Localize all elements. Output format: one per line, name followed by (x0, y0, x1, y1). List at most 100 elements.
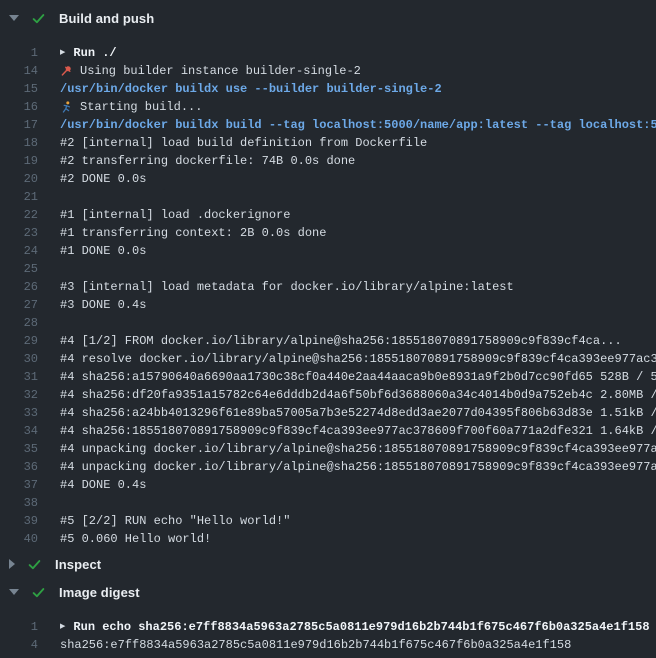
line-number[interactable]: 15 (0, 80, 38, 98)
log-line: 20 #2 DONE 0.0s (0, 170, 656, 188)
log-line: 33 #4 sha256:a24bb4013296f61e89ba57005a7b… (0, 404, 656, 422)
log-text: Starting build... (60, 98, 202, 116)
step-title: Image digest (59, 585, 140, 600)
log-text: #4 unpacking docker.io/library/alpine@sh… (60, 440, 656, 458)
log-line: 1 ▶Run echo sha256:e7ff8834a5963a2785c5a0… (0, 618, 656, 636)
log-line: 32#4 sha256:df20fa9351a15782c64e6dddb2d4… (0, 386, 656, 404)
log-text: sha256:e7ff8834a5963a2785c5a0811e979d16b… (60, 636, 571, 654)
step-inspect: Inspect (0, 552, 656, 576)
line-number[interactable]: 24 (0, 242, 38, 260)
log-line: 31 #4 sha256:a15790640a6690aa1730c38cf0a4… (0, 368, 656, 386)
step-header-image-digest[interactable]: Image digest (0, 580, 656, 604)
line-number[interactable]: 20 (0, 170, 38, 188)
line-number[interactable]: 18 (0, 134, 38, 152)
step-header-inspect[interactable]: Inspect (0, 552, 656, 576)
runner-icon (60, 101, 73, 113)
log-line: 27 #3 DONE 0.4s (0, 296, 656, 314)
log-text: #2 [internal] load build definition from… (60, 134, 427, 152)
log-line: 40 #5 0.060 Hello world! (0, 530, 656, 548)
log-line: 36 #4 unpacking docker.io/library/alpine@… (0, 458, 656, 476)
log-line: 14 Using builder instance builder-single-… (0, 62, 656, 80)
line-number[interactable]: 35 (0, 440, 38, 458)
log-line: 17/usr/bin/docker buildx build --tag loc… (0, 116, 656, 134)
check-icon (31, 11, 46, 26)
chevron-down-icon (9, 589, 19, 595)
log-text: #3 DONE 0.4s (60, 296, 146, 314)
log-line: 35 #4 unpacking docker.io/library/alpine@… (0, 440, 656, 458)
line-number[interactable]: 31 (0, 368, 38, 386)
line-number[interactable]: 1 (0, 618, 38, 636)
chevron-down-icon (9, 15, 19, 21)
log-line: 19#2 transferring dockerfile: 74B 0.0s d… (0, 152, 656, 170)
expand-marker-icon: ▶ (60, 44, 65, 62)
log-line: 37 #4 DONE 0.4s (0, 476, 656, 494)
line-number[interactable]: 23 (0, 224, 38, 242)
log-text: #5 [2/2] RUN echo "Hello world!" (60, 512, 290, 530)
line-number[interactable]: 36 (0, 458, 38, 476)
log-line: 21 (0, 188, 656, 206)
step-build-and-push: Build and push 1 ▶Run ./ 14 Using builder i… (0, 6, 656, 548)
log-text: /usr/bin/docker buildx use --builder bui… (60, 80, 442, 98)
line-number[interactable]: 16 (0, 98, 38, 116)
step-image-digest: Image digest 1 ▶Run echo sha256:e7ff8834a… (0, 580, 656, 654)
chevron-right-icon (9, 559, 15, 569)
log-text: #5 0.060 Hello world! (60, 530, 211, 548)
line-number[interactable]: 27 (0, 296, 38, 314)
log-text: #4 unpacking docker.io/library/alpine@sh… (60, 458, 656, 476)
step-log-lines: 1 ▶Run ./ 14 Using builder instance builder… (0, 30, 656, 548)
workflow-log-viewer: Build and push 1▶Run ./14Using builder i… (0, 0, 656, 658)
line-number[interactable]: 34 (0, 422, 38, 440)
log-text: #1 DONE 0.0s (60, 242, 146, 260)
pushpin-icon (60, 65, 73, 77)
run-group-line[interactable]: ▶Run ./ (60, 44, 117, 62)
log-line: 22 #1 [internal] load .dockerignore (0, 206, 656, 224)
step-header-build-and-push[interactable]: Build and push (0, 6, 656, 30)
line-number[interactable]: 28 (0, 314, 38, 332)
step-title: Inspect (55, 557, 101, 572)
log-text: #4 sha256:185518070891758909c9f839cf4ca3… (60, 422, 656, 440)
line-number[interactable]: 32 (0, 386, 38, 404)
log-line: 30#4 resolve docker.io/library/alpine@sh… (0, 350, 656, 368)
line-number[interactable]: 25 (0, 260, 38, 278)
step-log-lines: 1 ▶Run echo sha256:e7ff8834a5963a2785c5a0… (0, 604, 656, 654)
log-line: 15/usr/bin/docker buildx use --builder b… (0, 80, 656, 98)
log-text: #3 [internal] load metadata for docker.i… (60, 278, 514, 296)
line-number[interactable]: 37 (0, 476, 38, 494)
run-group-line[interactable]: ▶Run echo sha256:e7ff8834a5963a2785c5a08… (60, 618, 650, 636)
line-number[interactable]: 29 (0, 332, 38, 350)
log-text: #1 transferring context: 2B 0.0s done (60, 224, 326, 242)
log-line: 16 Starting build... (0, 98, 656, 116)
log-text: #4 sha256:a15790640a6690aa1730c38cf0a440… (60, 368, 656, 386)
line-number[interactable]: 39 (0, 512, 38, 530)
log-line: 29 #4 [1/2] FROM docker.io/library/alpine… (0, 332, 656, 350)
line-number[interactable]: 38 (0, 494, 38, 512)
check-icon (31, 585, 46, 600)
line-number[interactable]: 22 (0, 206, 38, 224)
line-number[interactable]: 19 (0, 152, 38, 170)
line-number[interactable]: 26 (0, 278, 38, 296)
check-icon (27, 557, 42, 572)
line-number[interactable]: 4 (0, 636, 38, 654)
log-text: Using builder instance builder-single-2 (60, 62, 361, 80)
line-number[interactable]: 21 (0, 188, 38, 206)
log-line: 39 #5 [2/2] RUN echo "Hello world!" (0, 512, 656, 530)
log-text: #4 [1/2] FROM docker.io/library/alpine@s… (60, 332, 622, 350)
log-text: /usr/bin/docker buildx build --tag local… (60, 116, 656, 134)
line-number[interactable]: 17 (0, 116, 38, 134)
line-number[interactable]: 14 (0, 62, 38, 80)
log-line: 28 (0, 314, 656, 332)
log-text: #2 DONE 0.0s (60, 170, 146, 188)
line-number[interactable]: 33 (0, 404, 38, 422)
line-number[interactable]: 30 (0, 350, 38, 368)
log-line: 4 sha256:e7ff8834a5963a2785c5a0811e979d16… (0, 636, 656, 654)
log-line: 18 #2 [internal] load build definition fr… (0, 134, 656, 152)
step-title: Build and push (59, 11, 154, 26)
log-line: 26 #3 [internal] load metadata for docker… (0, 278, 656, 296)
line-number[interactable]: 40 (0, 530, 38, 548)
log-text: #4 DONE 0.4s (60, 476, 146, 494)
line-number[interactable]: 1 (0, 44, 38, 62)
log-text: #1 [internal] load .dockerignore (60, 206, 290, 224)
log-text: #4 sha256:a24bb4013296f61e89ba57005a7b3e… (60, 404, 656, 422)
log-line: 1 ▶Run ./ (0, 44, 656, 62)
log-line: 34 #4 sha256:185518070891758909c9f839cf4c… (0, 422, 656, 440)
